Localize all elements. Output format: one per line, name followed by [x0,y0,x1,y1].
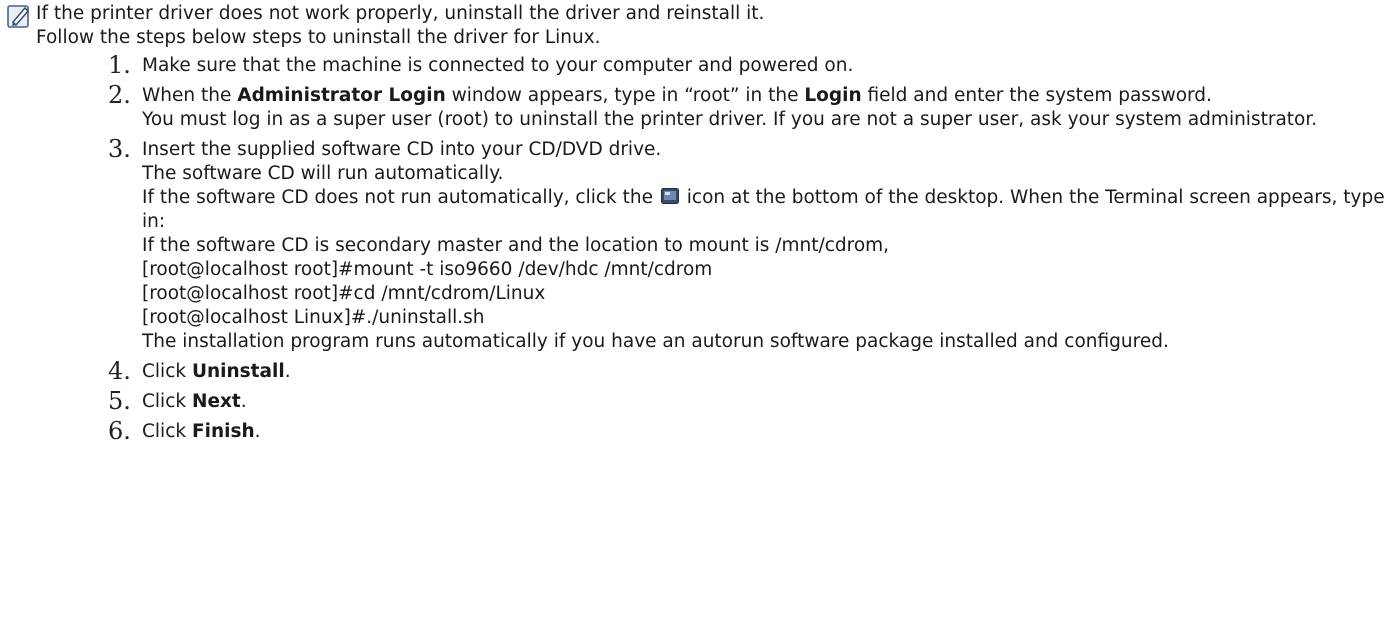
note-line-2: Follow the steps below steps to uninstal… [36,27,601,48]
note-text: If the printer driver does not work prop… [36,2,764,50]
document-page: If the printer driver does not work prop… [0,0,1400,634]
note-pencil-icon [7,5,30,28]
step-text: The software CD will run automatically. [142,163,504,184]
step-text: Make sure that the machine is connected … [142,55,854,76]
uninstall-label: Uninstall [191,361,285,382]
step-text-part: Click [142,391,192,412]
step-text: Click Next. [142,390,1398,414]
step-3: 3. Insert the supplied software CD into … [108,135,1398,354]
administrator-login-label: Administrator Login [237,85,446,106]
step-4: 4. Click Uninstall. [108,357,1398,385]
step-text-part: Click [142,421,192,442]
command-line-cd: [root@localhost root]#cd /mnt/cdrom/Linu… [142,283,546,304]
terminal-icon [660,188,679,204]
step-text-part: When the [142,85,238,106]
step-number: 4. [108,357,131,385]
step-text: The installation program runs automatica… [142,331,1169,352]
step-text: Insert the supplied software CD into you… [142,139,662,160]
step-number: 1. [108,51,131,79]
note-line-1: If the printer driver does not work prop… [36,3,765,24]
command-line-mount: [root@localhost root]#mount -t iso9660 /… [142,259,713,280]
step-5: 5. Click Next. [108,387,1398,415]
step-6: 6. Click Finish. [108,417,1398,445]
step-text-part: If the software CD does not run automati… [142,187,659,208]
step-text-part: . [284,361,291,382]
command-line-uninstall: [root@localhost Linux]#./uninstall.sh [142,307,485,328]
step-2: 2. When the Administrator Login window a… [108,81,1398,132]
step-text-part: field and enter the system password. [861,85,1212,106]
step-number: 3. [108,135,131,163]
step-text-part: . [240,391,247,412]
step-number: 6. [108,417,131,445]
steps-list: 1. Make sure that the machine is connect… [108,51,1398,450]
step-text-part: . [254,421,261,442]
step-text: Click Finish. [142,420,1398,444]
step-number: 2. [108,81,131,109]
step-text-part: Click [142,361,192,382]
login-label: Login [804,85,862,106]
step-number: 5. [108,387,131,415]
step-1: 1. Make sure that the machine is connect… [108,51,1398,79]
next-label: Next [191,391,241,412]
step-text: If the software CD is secondary master a… [142,235,890,256]
step-note: You must log in as a super user (root) t… [142,109,1318,130]
step-text-part: window appears, type in “root” in the [445,85,805,106]
step-text: Click Uninstall. [142,360,1398,384]
step-text: When the Administrator Login window appe… [142,84,1398,108]
step-text: If the software CD does not run automati… [142,186,1398,234]
finish-label: Finish [191,421,255,442]
